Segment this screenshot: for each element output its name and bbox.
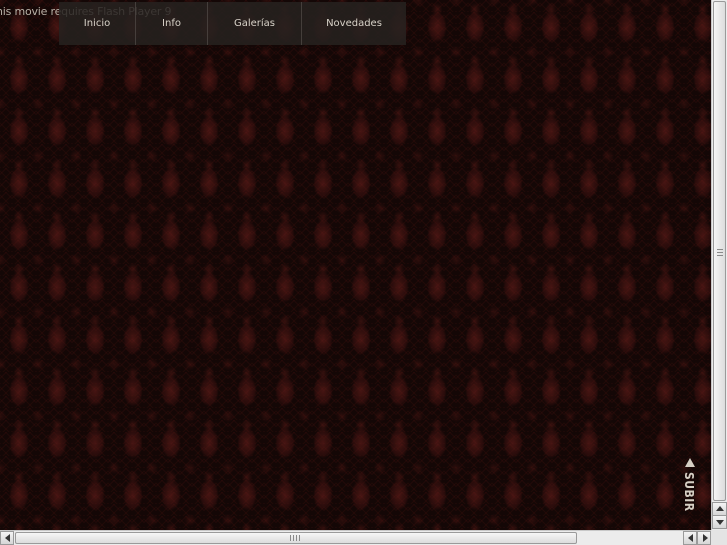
horizontal-scroll-thumb[interactable]: [15, 532, 577, 544]
main-nav: Inicio Info Galerías Novedades: [59, 2, 406, 45]
arrow-down-icon: [716, 520, 724, 525]
grip-icon: [717, 249, 723, 258]
subir-button[interactable]: SUBIR: [682, 458, 698, 516]
grip-icon: [290, 535, 302, 541]
vertical-scroll-thumb[interactable]: [713, 1, 726, 501]
nav-item-info[interactable]: Info: [136, 2, 208, 45]
arrow-right-icon: [703, 534, 708, 542]
scroll-left-button-end[interactable]: [683, 531, 697, 545]
scroll-up-button[interactable]: [712, 502, 727, 516]
scroll-right-button[interactable]: [697, 531, 711, 545]
page-background: his movie requires Flash Player 9 Inicio…: [0, 0, 711, 530]
vertical-scrollbar[interactable]: [711, 0, 727, 530]
subir-label: SUBIR: [682, 472, 696, 512]
up-triangle-icon: [685, 458, 695, 467]
nav-item-novedades[interactable]: Novedades: [302, 2, 406, 45]
arrow-left-icon: [688, 534, 693, 542]
nav-item-inicio[interactable]: Inicio: [59, 2, 136, 45]
nav-item-galerias[interactable]: Galerías: [208, 2, 302, 45]
arrow-left-icon: [5, 534, 10, 542]
scrollbar-corner: [711, 530, 727, 545]
horizontal-scrollbar[interactable]: [0, 530, 711, 545]
scroll-left-button[interactable]: [0, 531, 14, 545]
arrow-up-icon: [716, 506, 724, 511]
scroll-down-button[interactable]: [712, 515, 727, 529]
